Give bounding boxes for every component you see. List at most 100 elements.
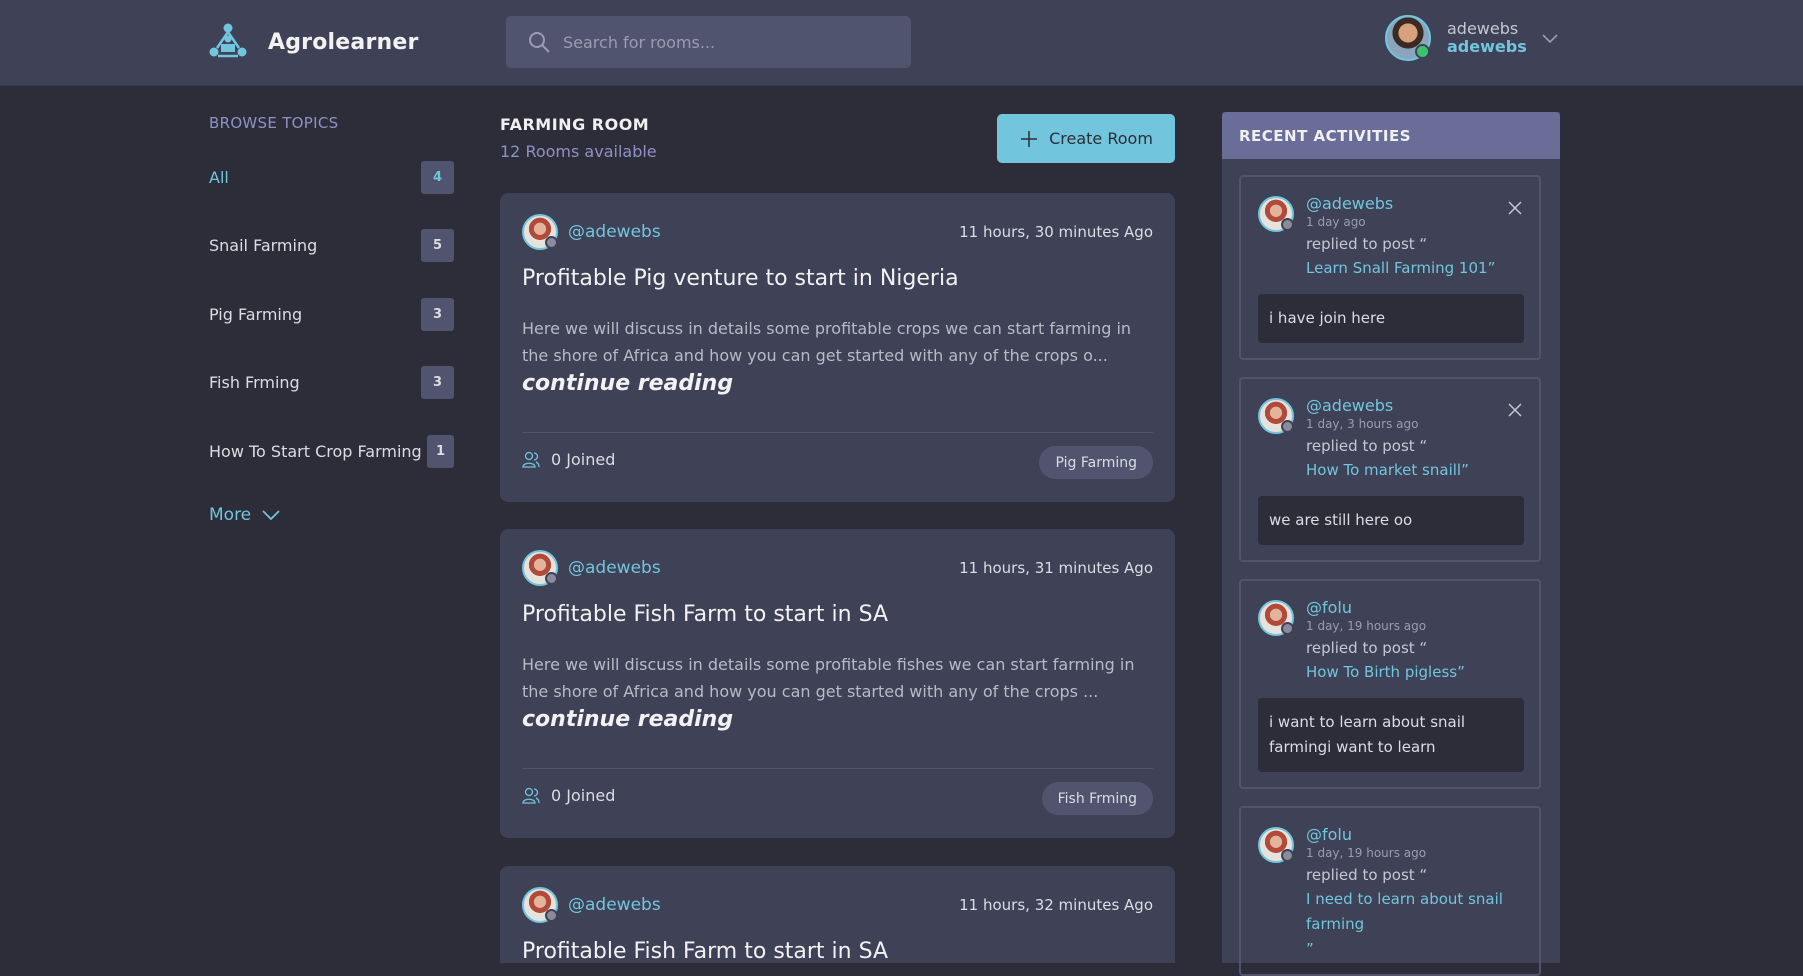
avatar[interactable] <box>1258 196 1294 232</box>
activity-content: @folu 1 day, 19 hours ago replied to pos… <box>1258 825 1506 962</box>
create-room-label: Create Room <box>1049 129 1153 148</box>
room-card[interactable]: @adewebs 11 hours, 31 minutes Ago Profit… <box>500 529 1175 838</box>
activity-user[interactable]: @adewebs <box>1306 194 1495 214</box>
activity-close-quote: ” <box>1487 259 1496 277</box>
logo[interactable]: Agrolearner <box>208 22 419 62</box>
user-display-name: adewebs <box>1447 19 1519 38</box>
room-host-name[interactable]: @adewebs <box>568 558 661 578</box>
create-room-button[interactable]: Create Room <box>997 114 1175 163</box>
topic-label: Pig Farming <box>209 304 303 324</box>
room-host[interactable]: @adewebs <box>522 550 661 586</box>
more-topics-button[interactable]: More <box>209 505 281 525</box>
user-menu[interactable]: adewebs adewebs <box>1385 15 1558 61</box>
room-host[interactable]: @adewebs <box>522 887 661 923</box>
close-icon[interactable] <box>1506 199 1524 217</box>
room-host[interactable]: @adewebs <box>522 214 661 250</box>
plus-icon <box>1021 130 1038 147</box>
topic-label: How To Start Crop Farming <box>209 441 422 461</box>
room-participants: 0 Joined <box>522 786 615 805</box>
activity-post-link[interactable]: How To market snaill <box>1306 461 1461 479</box>
users-icon <box>522 451 540 468</box>
room-topic-tag[interactable]: Pig Farming <box>1039 446 1153 479</box>
rooms-available-count: 12 Rooms available <box>500 142 657 161</box>
offline-status-indicator <box>1281 622 1294 635</box>
activity-message: i have join here <box>1258 294 1524 343</box>
activity-action: replied to post “ <box>1306 235 1428 253</box>
room-topic-tag[interactable]: Fish Frming <box>1041 782 1153 815</box>
topic-label: All <box>209 167 229 187</box>
top-navbar: Agrolearner adewebs adewebs <box>0 0 1803 86</box>
avatar[interactable] <box>1258 827 1294 863</box>
chevron-down-icon[interactable] <box>1540 28 1560 48</box>
activity-message: i want to learn about snail farmingi wan… <box>1258 698 1524 772</box>
room-timestamp: 11 hours, 31 minutes Ago <box>959 559 1153 577</box>
topic-item-pig-farming[interactable]: Pig Farming 3 <box>209 295 454 333</box>
activity-time: 1 day, 3 hours ago <box>1306 417 1419 431</box>
activity-content: @adewebs 1 day, 3 hours ago replied to p… <box>1258 396 1469 483</box>
room-description: Here we will discuss in details some pro… <box>522 655 1135 701</box>
avatar[interactable] <box>1258 398 1294 434</box>
topic-count-badge: 3 <box>421 365 454 399</box>
activity-content: @adewebs 1 day ago replied to post “ Lea… <box>1258 194 1495 281</box>
room-card[interactable]: @adewebs 11 hours, 32 minutes Ago Profit… <box>500 866 1175 963</box>
search-input[interactable] <box>561 31 895 53</box>
avatar <box>522 214 558 250</box>
activity-user[interactable]: @folu <box>1306 598 1465 618</box>
user-names: adewebs adewebs <box>1447 20 1527 56</box>
users-icon <box>522 787 540 804</box>
avatar <box>522 887 558 923</box>
recent-activities-title: RECENT ACTIVITIES <box>1222 112 1560 159</box>
activity-post-link[interactable]: How To Birth pigless <box>1306 663 1457 681</box>
activity-post-link[interactable]: Learn Snall Farming 101 <box>1306 259 1488 277</box>
continue-reading-link[interactable]: continue reading <box>522 371 733 396</box>
activity-user[interactable]: @folu <box>1306 825 1506 845</box>
topic-label: Snail Farming <box>209 235 318 255</box>
room-timestamp: 11 hours, 30 minutes Ago <box>959 223 1153 241</box>
activity-meta: @adewebs 1 day, 3 hours ago replied to p… <box>1306 396 1469 483</box>
divider <box>522 768 1153 769</box>
activity-content: @folu 1 day, 19 hours ago replied to pos… <box>1258 598 1465 685</box>
room-timestamp: 11 hours, 32 minutes Ago <box>959 896 1153 914</box>
offline-status-indicator <box>1281 420 1294 433</box>
joined-count: 0 Joined <box>551 786 616 805</box>
online-status-indicator <box>1415 44 1430 59</box>
continue-reading-link[interactable]: continue reading <box>522 707 733 732</box>
room-title[interactable]: Profitable Fish Farm to start in SA <box>522 602 888 627</box>
topic-count-badge: 1 <box>427 434 454 468</box>
activity-item: @adewebs 1 day ago replied to post “ Lea… <box>1239 175 1541 360</box>
chevron-down-icon <box>262 510 280 521</box>
offline-status-indicator <box>545 236 558 249</box>
activity-message: we are still here oo <box>1258 496 1524 545</box>
avatar[interactable] <box>1385 15 1431 61</box>
activity-item: @folu 1 day, 19 hours ago replied to pos… <box>1239 579 1541 789</box>
search-bar[interactable] <box>506 16 911 68</box>
activity-item: @adewebs 1 day, 3 hours ago replied to p… <box>1239 377 1541 562</box>
activity-close-quote: ” <box>1306 940 1314 958</box>
room-participants: 0 Joined <box>522 450 615 469</box>
topic-item-fish-frming[interactable]: Fish Frming 3 <box>209 363 454 401</box>
activity-post-link[interactable]: I need to learn about snail farming <box>1306 890 1503 933</box>
room-title[interactable]: Profitable Pig venture to start in Niger… <box>522 266 959 291</box>
room-card[interactable]: @adewebs 11 hours, 30 minutes Ago Profit… <box>500 193 1175 502</box>
topic-item-snail-farming[interactable]: Snail Farming 5 <box>209 226 454 264</box>
topic-item-all[interactable]: All 4 <box>209 158 454 196</box>
offline-status-indicator <box>1281 218 1294 231</box>
avatar[interactable] <box>1258 600 1294 636</box>
activity-time: 1 day, 19 hours ago <box>1306 619 1427 633</box>
room-host-name[interactable]: @adewebs <box>568 222 661 242</box>
user-username: adewebs <box>1447 37 1527 56</box>
close-icon[interactable] <box>1506 401 1524 419</box>
activity-meta: @folu 1 day, 19 hours ago replied to pos… <box>1306 598 1465 685</box>
activity-item: @folu 1 day, 19 hours ago replied to pos… <box>1239 806 1541 976</box>
offline-status-indicator <box>1281 849 1294 862</box>
activity-user[interactable]: @adewebs <box>1306 396 1469 416</box>
recent-activities-panel: RECENT ACTIVITIES @adewebs 1 day ago rep… <box>1222 112 1560 976</box>
offline-status-indicator <box>545 909 558 922</box>
topic-count-badge: 3 <box>421 297 454 331</box>
room-title[interactable]: Profitable Fish Farm to start in SA <box>522 939 888 963</box>
page-title: FARMING ROOM <box>500 115 650 134</box>
activity-action: replied to post “ <box>1306 866 1428 884</box>
topic-item-crop-farming[interactable]: How To Start Crop Farming 1 <box>209 432 454 470</box>
room-host-name[interactable]: @adewebs <box>568 895 661 915</box>
search-icon <box>529 32 550 53</box>
